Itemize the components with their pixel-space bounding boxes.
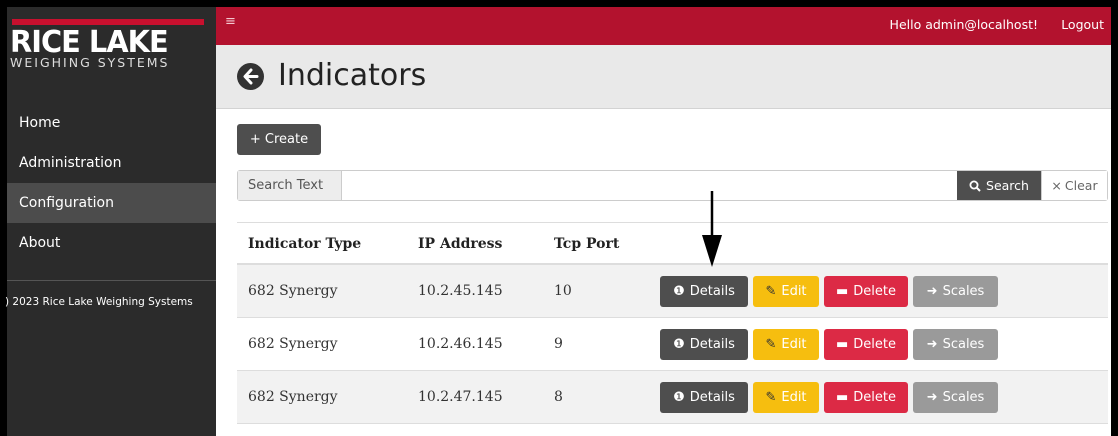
table-row: 682 Synergy 10.2.47.145 8 ❶ Details ✎ Edit…: [237, 371, 1108, 424]
details-label: Details: [689, 390, 735, 405]
search-input[interactable]: [342, 171, 957, 200]
top-bar: ≡ Hello admin@localhost! Logout: [216, 7, 1111, 45]
cell-ip-address: 10.2.47.145: [418, 389, 503, 405]
scales-label: Scales: [942, 284, 985, 299]
cell-ip-address: 10.2.46.145: [418, 336, 503, 352]
cell-ip-address: 10.2.45.145: [418, 283, 503, 299]
edit-button[interactable]: ✎ Edit: [753, 382, 819, 413]
edit-button[interactable]: ✎ Edit: [753, 329, 819, 360]
column-header-ip-address[interactable]: IP Address: [418, 236, 502, 252]
edit-label: Edit: [781, 390, 807, 405]
info-icon: ❶: [673, 284, 685, 299]
details-label: Details: [689, 284, 735, 299]
trash-icon: ▬: [835, 390, 849, 405]
edit-button[interactable]: ✎ Edit: [753, 276, 819, 307]
annotation-arrow-icon: [702, 191, 722, 267]
user-greeting: Hello admin@localhost!: [889, 17, 1038, 32]
create-button[interactable]: + Create: [237, 124, 321, 155]
brand-tagline: WEIGHING SYSTEMS: [10, 55, 170, 70]
arrow-right-circle-icon: ➜: [926, 337, 938, 352]
edit-icon: ✎: [765, 390, 777, 405]
details-button[interactable]: ❶ Details: [660, 382, 748, 413]
info-icon: ❶: [673, 337, 685, 352]
details-button[interactable]: ❶ Details: [660, 329, 748, 360]
clear-button-label: Clear: [1064, 178, 1098, 193]
edit-icon: ✎: [765, 337, 777, 352]
logout-link[interactable]: Logout: [1061, 17, 1104, 32]
search-icon: [969, 180, 981, 192]
cell-indicator-type: 682 Synergy: [248, 336, 338, 352]
scales-label: Scales: [942, 390, 985, 405]
sidebar-item-about[interactable]: About: [7, 223, 216, 263]
edit-label: Edit: [781, 284, 807, 299]
scales-button[interactable]: ➜ Scales: [913, 329, 998, 360]
copyright-text: ) 2023 Rice Lake Weighing Systems: [5, 296, 193, 308]
arrow-right-circle-icon: ➜: [926, 284, 938, 299]
cell-tcp-port: 10: [554, 283, 572, 299]
sidebar-nav: Home Administration Configuration About: [7, 103, 216, 263]
close-icon: ×: [1051, 178, 1062, 193]
sidebar-item-configuration[interactable]: Configuration: [7, 183, 216, 223]
sidebar-item-administration[interactable]: Administration: [7, 143, 216, 183]
delete-label: Delete: [853, 337, 896, 352]
cell-tcp-port: 9: [554, 336, 563, 352]
frame-right-border: [1111, 0, 1118, 436]
search-button-label: Search: [986, 178, 1029, 193]
hamburger-menu-icon[interactable]: ≡: [225, 14, 236, 29]
column-header-indicator-type[interactable]: Indicator Type: [248, 236, 361, 252]
table-header: Indicator Type IP Address Tcp Port: [237, 222, 1108, 265]
details-label: Details: [689, 337, 735, 352]
page-title: Indicators: [278, 58, 427, 93]
delete-button[interactable]: ▬ Delete: [824, 382, 908, 413]
table-row: 682 Synergy 10.2.45.145 10 ❶ Details ✎ Edi…: [237, 265, 1108, 318]
clear-button[interactable]: × Clear: [1041, 171, 1107, 200]
delete-label: Delete: [853, 284, 896, 299]
indicators-table: Indicator Type IP Address Tcp Port 682 S…: [237, 222, 1108, 424]
details-button[interactable]: ❶ Details: [660, 276, 748, 307]
brand-logo: RICE LAKE: [10, 25, 169, 60]
search-text-label: Search Text: [238, 171, 342, 200]
table-row: 682 Synergy 10.2.46.145 9 ❶ Details ✎ Edit…: [237, 318, 1108, 371]
arrow-right-circle-icon: ➜: [926, 390, 938, 405]
search-button[interactable]: Search: [957, 171, 1041, 200]
sidebar-item-home[interactable]: Home: [7, 103, 216, 143]
cell-indicator-type: 682 Synergy: [248, 389, 338, 405]
sidebar: RICE LAKE WEIGHING SYSTEMS Home Administ…: [0, 0, 216, 436]
trash-icon: ▬: [835, 337, 849, 352]
page-header: Indicators: [216, 45, 1111, 109]
edit-label: Edit: [781, 337, 807, 352]
trash-icon: ▬: [835, 284, 849, 299]
cell-indicator-type: 682 Synergy: [248, 283, 338, 299]
scales-label: Scales: [942, 337, 985, 352]
sidebar-divider: [7, 280, 216, 281]
arrow-left-circle-icon[interactable]: [237, 63, 264, 90]
scales-button[interactable]: ➜ Scales: [913, 382, 998, 413]
delete-button[interactable]: ▬ Delete: [824, 276, 908, 307]
column-header-tcp-port[interactable]: Tcp Port: [554, 236, 619, 252]
edit-icon: ✎: [765, 284, 777, 299]
info-icon: ❶: [673, 390, 685, 405]
scales-button[interactable]: ➜ Scales: [913, 276, 998, 307]
cell-tcp-port: 8: [554, 389, 563, 405]
delete-button[interactable]: ▬ Delete: [824, 329, 908, 360]
search-bar: Search Text Search × Clear: [237, 170, 1108, 201]
delete-label: Delete: [853, 390, 896, 405]
